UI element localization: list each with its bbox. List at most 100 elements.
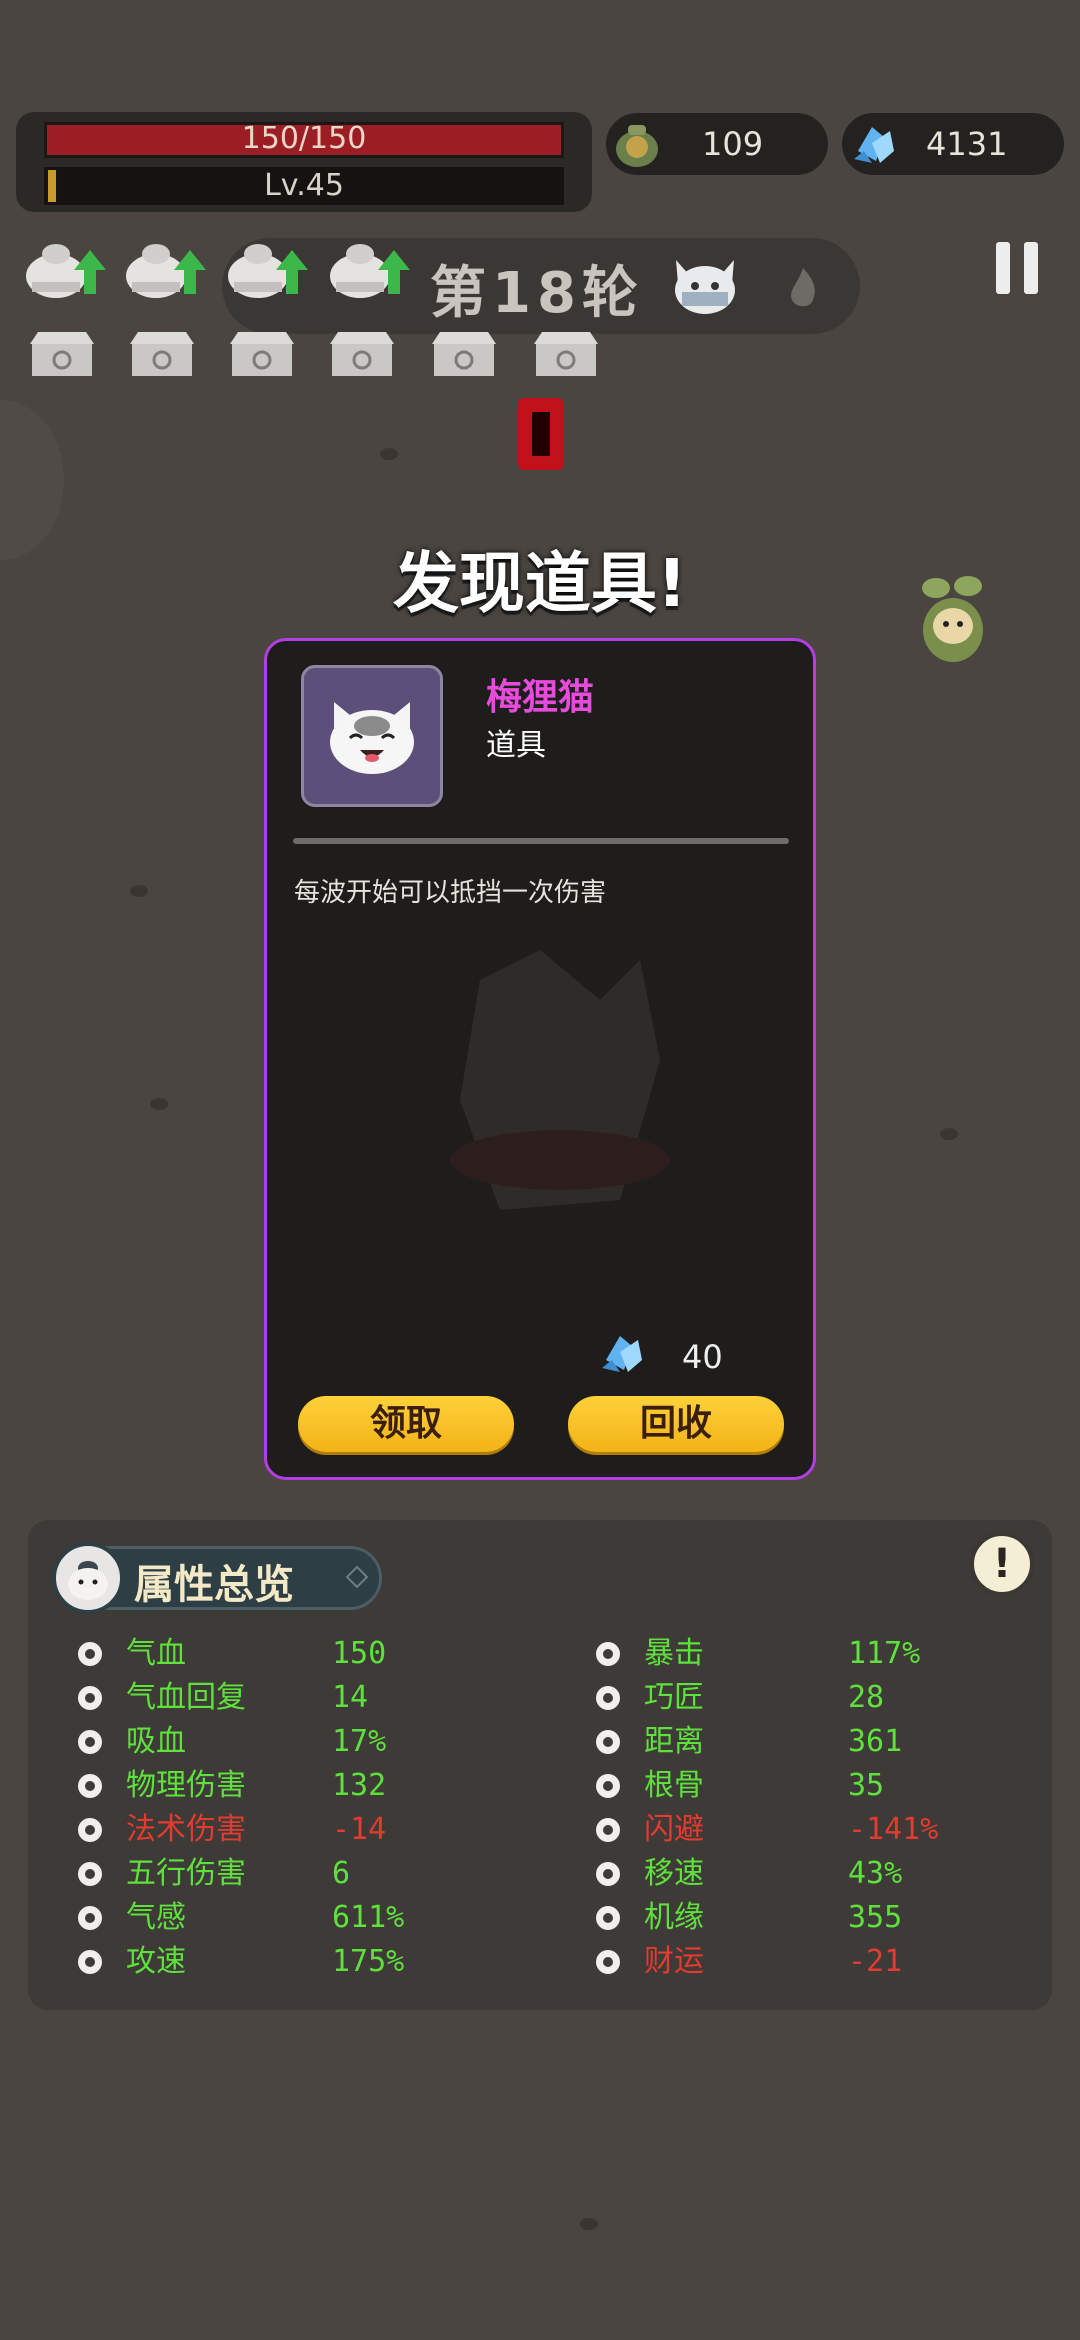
- stat-row: 财运 -21: [592, 1942, 1032, 1982]
- stat-label: 财运: [644, 1944, 704, 1979]
- gem-value: 4131: [926, 125, 1008, 163]
- stat-row: 气血 150: [74, 1634, 514, 1674]
- sword-icon: [74, 1770, 106, 1802]
- stat-label: 气感: [126, 1900, 186, 1935]
- character-icon: [68, 1561, 108, 1600]
- stat-label: 巧匠: [644, 1680, 704, 1715]
- ground-speck: [380, 448, 398, 460]
- popup-title: 发现道具!: [392, 545, 688, 622]
- stat-row: 气感 611%: [74, 1898, 514, 1938]
- stat-value: 17%: [332, 1724, 387, 1759]
- crystal-icon: [602, 1336, 642, 1372]
- stat-row: 闪避 -141%: [592, 1810, 1032, 1850]
- stat-label: 气血: [126, 1636, 186, 1671]
- stat-row: 气血回复 14: [74, 1678, 514, 1718]
- hammer-icon: [592, 1682, 624, 1714]
- chest-icon: [534, 332, 598, 376]
- enemy-spawn-marker: [518, 398, 564, 470]
- stat-label: 气血回复: [126, 1680, 246, 1715]
- target-icon: [592, 1726, 624, 1758]
- chest-icon: [230, 332, 294, 376]
- attributes-title: 属性总览: [134, 1562, 294, 1608]
- crit-icon: [592, 1638, 624, 1670]
- chest-icon: [432, 332, 496, 376]
- pause-bar: [1024, 242, 1038, 294]
- coin-ring-icon: [592, 1946, 624, 1978]
- take-button[interactable]: 领取: [298, 1396, 514, 1452]
- recycle-price: 40: [682, 1338, 723, 1376]
- body-icon: [592, 1770, 624, 1802]
- stat-row: 五行伤害 6: [74, 1854, 514, 1894]
- crystal-icon: [854, 127, 894, 163]
- spell-swirl-icon: [74, 1814, 106, 1846]
- upgrade-arrow-icon: [330, 244, 410, 298]
- stat-value: -21: [848, 1944, 903, 1979]
- stat-value: 43%: [848, 1856, 903, 1891]
- heart-regen-icon: [74, 1682, 106, 1714]
- card-divider: [293, 838, 789, 844]
- item-description: 每波开始可以抵挡一次伤害: [294, 878, 607, 908]
- gem-counter: 4131: [842, 113, 1064, 175]
- stat-value: 14: [332, 1680, 369, 1715]
- stat-label: 物理伤害: [126, 1768, 246, 1803]
- stat-row: 移速 43%: [592, 1854, 1032, 1894]
- diamond-icon: [345, 1565, 369, 1589]
- ground-speck: [940, 1128, 958, 1140]
- stat-value: 117%: [848, 1636, 921, 1671]
- hp-text: 150/150: [241, 121, 367, 156]
- coin-bag-icon: [616, 125, 658, 167]
- blood-drop-icon: [74, 1726, 106, 1758]
- upgrade-arrow-icon: [26, 244, 106, 298]
- pause-button[interactable]: [996, 242, 1040, 294]
- info-button[interactable]: !: [970, 1532, 1034, 1596]
- attack-speed-icon: [74, 1946, 106, 1978]
- qi-icon: [74, 1902, 106, 1934]
- cat-face-icon: [330, 702, 414, 774]
- stat-row: 机缘 355: [592, 1898, 1032, 1938]
- stat-row: 根骨 35: [592, 1766, 1032, 1806]
- item-type: 道具: [486, 728, 546, 763]
- stat-row: 距离 361: [592, 1722, 1032, 1762]
- boot-icon: [592, 1858, 624, 1890]
- stat-value: -141%: [848, 1812, 939, 1847]
- stat-label: 机缘: [644, 1900, 704, 1935]
- stat-label: 攻速: [126, 1944, 186, 1979]
- fortune-cycle-icon: [592, 1902, 624, 1934]
- cat-boss-icon: [675, 260, 735, 314]
- upgrade-arrow-icon: [228, 244, 308, 298]
- chest-icon: [330, 332, 394, 376]
- dodge-icon: [592, 1814, 624, 1846]
- stat-row: 吸血 17%: [74, 1722, 514, 1762]
- item-name: 梅狸猫: [486, 677, 595, 718]
- item-image: [301, 665, 443, 807]
- ground-speck: [150, 1098, 168, 1110]
- level-text: Lv.45: [264, 168, 344, 203]
- ground-speck: [130, 885, 148, 897]
- stat-row: 物理伤害 132: [74, 1766, 514, 1806]
- stat-value: 355: [848, 1900, 903, 1935]
- stat-value: 35: [848, 1768, 885, 1803]
- chest-icon: [30, 332, 94, 376]
- card-background-art: [450, 950, 670, 1210]
- coin-value: 109: [702, 125, 764, 163]
- stat-value: -14: [332, 1812, 387, 1847]
- stat-label: 法术伤害: [126, 1812, 246, 1847]
- stat-value: 175%: [332, 1944, 405, 1979]
- stat-label: 根骨: [644, 1768, 704, 1803]
- stat-label: 暴击: [644, 1636, 704, 1671]
- stat-row: 暴击 117%: [592, 1634, 1032, 1674]
- stat-value: 361: [848, 1724, 903, 1759]
- pause-bar: [996, 242, 1010, 294]
- spiral-icon: [74, 1858, 106, 1890]
- wave-text: 第18轮: [430, 261, 644, 326]
- stat-label: 距离: [644, 1724, 704, 1759]
- stat-label: 闪避: [644, 1812, 704, 1847]
- avatar: [52, 1542, 124, 1614]
- stat-value: 6: [332, 1856, 351, 1891]
- stat-value: 611%: [332, 1900, 405, 1935]
- stat-label: 五行伤害: [126, 1856, 246, 1891]
- recycle-button[interactable]: 回收: [568, 1396, 784, 1452]
- stat-value: 28: [848, 1680, 885, 1715]
- stat-label: 吸血: [126, 1724, 186, 1759]
- stat-label: 移速: [644, 1856, 704, 1891]
